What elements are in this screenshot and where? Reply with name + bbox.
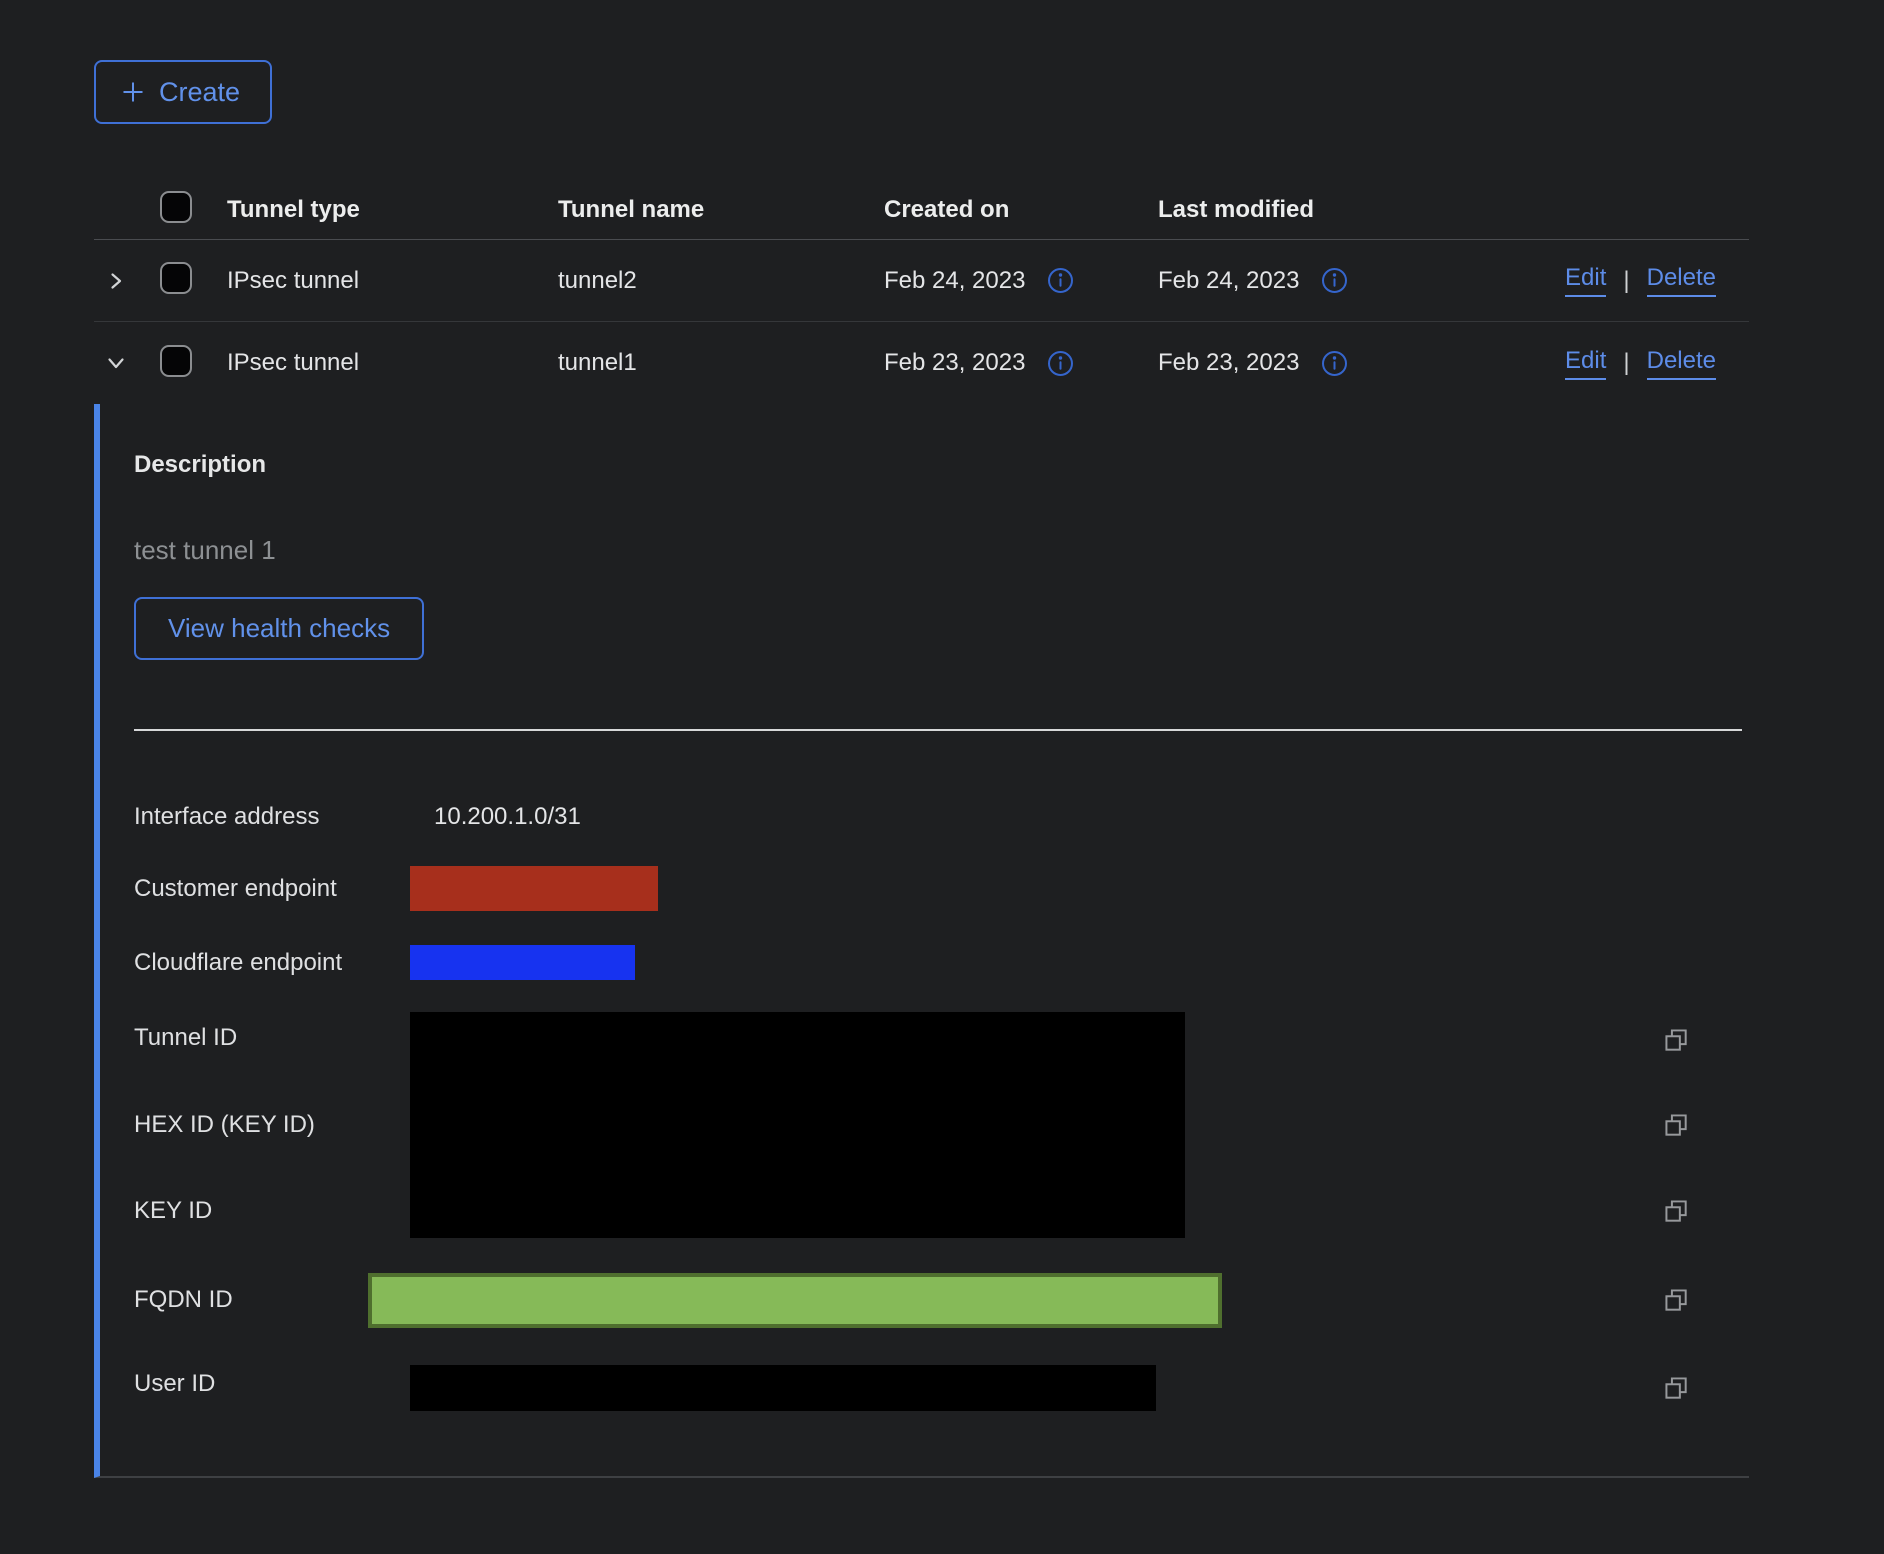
view-health-checks-label: View health checks xyxy=(168,613,390,644)
info-icon[interactable] xyxy=(1321,350,1348,377)
info-icon[interactable] xyxy=(1047,267,1074,294)
actions-separator: | xyxy=(1623,267,1629,295)
tunnel-details-panel: Description test tunnel 1 View health ch… xyxy=(94,404,1749,1478)
table-header-row: Tunnel type Tunnel name Created on Last … xyxy=(94,180,1749,240)
customer-endpoint-redaction xyxy=(410,866,658,911)
row-checkbox[interactable] xyxy=(160,345,192,377)
customer-endpoint-row: Customer endpoint xyxy=(134,866,1742,911)
cloudflare-endpoint-row: Cloudflare endpoint xyxy=(134,945,1742,980)
create-button[interactable]: Create xyxy=(94,60,272,124)
copy-user-id-icon[interactable] xyxy=(1662,1374,1690,1402)
edit-link[interactable]: Edit xyxy=(1565,347,1606,380)
copy-fqdn-id-icon[interactable] xyxy=(1662,1286,1690,1314)
tunnel-type-cell: IPsec tunnel xyxy=(227,349,558,377)
tunnel-type-cell: IPsec tunnel xyxy=(227,267,558,295)
fqdn-id-row: FQDN ID xyxy=(134,1273,1742,1328)
user-id-label: User ID xyxy=(134,1369,215,1399)
created-on-cell: Feb 24, 2023 xyxy=(884,267,1025,295)
hex-id-label: HEX ID (KEY ID) xyxy=(134,1110,315,1140)
details-divider xyxy=(134,729,1742,731)
chevron-down-icon xyxy=(106,353,126,373)
row-checkbox[interactable] xyxy=(160,262,192,294)
collapse-row-button[interactable] xyxy=(94,353,160,373)
actions-separator: | xyxy=(1623,349,1629,377)
tunnel-id-label: Tunnel ID xyxy=(134,1023,237,1053)
tunnel-ids-group: Tunnel ID HEX ID (KEY ID) KEY ID xyxy=(134,1012,1742,1238)
edit-link[interactable]: Edit xyxy=(1565,264,1606,297)
interface-address-value: 10.200.1.0/31 xyxy=(434,802,581,832)
copy-hex-id-icon[interactable] xyxy=(1662,1111,1690,1139)
description-value: test tunnel 1 xyxy=(134,535,1749,565)
table-row-tunnel2: IPsec tunnel tunnel2 Feb 24, 2023 Feb 24… xyxy=(94,240,1749,322)
expand-row-button[interactable] xyxy=(94,271,160,291)
plus-icon xyxy=(120,79,146,105)
cloudflare-endpoint-label: Cloudflare endpoint xyxy=(134,948,342,978)
tunnel-table: Tunnel type Tunnel name Created on Last … xyxy=(94,180,1749,1478)
tunnel-name-cell: tunnel2 xyxy=(558,267,884,295)
copy-tunnel-id-icon[interactable] xyxy=(1662,1026,1690,1054)
fqdn-id-redaction xyxy=(368,1273,1222,1328)
last-modified-cell: Feb 24, 2023 xyxy=(1158,267,1299,295)
tunnel-name-cell: tunnel1 xyxy=(558,349,884,377)
description-label: Description xyxy=(134,404,1749,479)
ids-redaction xyxy=(410,1012,1185,1238)
delete-link[interactable]: Delete xyxy=(1647,347,1716,380)
page-content: Create Tunnel type Tunnel name Created o… xyxy=(94,0,1749,1478)
create-button-label: Create xyxy=(159,77,240,108)
last-modified-cell: Feb 23, 2023 xyxy=(1158,349,1299,377)
copy-key-id-icon[interactable] xyxy=(1662,1197,1690,1225)
header-created-on: Created on xyxy=(884,196,1158,224)
user-id-row: User ID xyxy=(134,1365,1742,1411)
info-icon[interactable] xyxy=(1321,267,1348,294)
fqdn-id-label: FQDN ID xyxy=(134,1285,233,1315)
interface-address-label: Interface address xyxy=(134,802,319,832)
key-id-label: KEY ID xyxy=(134,1196,212,1226)
customer-endpoint-label: Customer endpoint xyxy=(134,874,337,904)
header-tunnel-name: Tunnel name xyxy=(558,196,884,224)
created-on-cell: Feb 23, 2023 xyxy=(884,349,1025,377)
select-all-checkbox[interactable] xyxy=(160,191,192,223)
cloudflare-endpoint-redaction xyxy=(410,945,635,980)
header-last-modified: Last modified xyxy=(1158,196,1540,224)
header-tunnel-type: Tunnel type xyxy=(227,196,558,224)
chevron-right-icon xyxy=(106,271,126,291)
info-icon[interactable] xyxy=(1047,350,1074,377)
user-id-redaction xyxy=(410,1365,1156,1411)
interface-address-row: Interface address 10.200.1.0/31 xyxy=(134,802,1742,832)
table-row-tunnel1: IPsec tunnel tunnel1 Feb 23, 2023 Feb 23… xyxy=(94,322,1749,404)
delete-link[interactable]: Delete xyxy=(1647,264,1716,297)
tunnels-page: Create Tunnel type Tunnel name Created o… xyxy=(0,0,1884,1554)
view-health-checks-button[interactable]: View health checks xyxy=(134,597,424,660)
